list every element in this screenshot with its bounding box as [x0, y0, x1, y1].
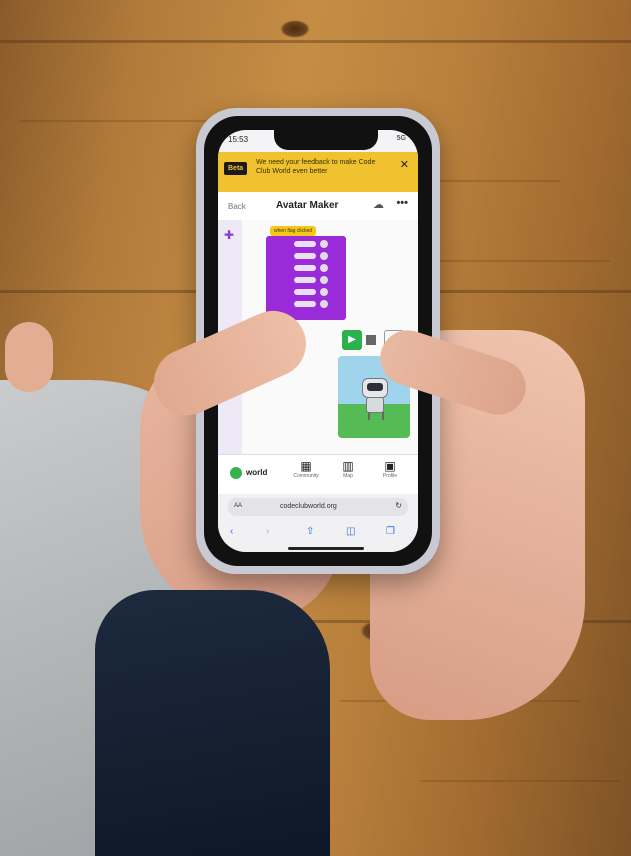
block-color-dot[interactable]: [320, 300, 328, 308]
back-arrow-icon[interactable]: ‹: [230, 526, 233, 537]
address-bar[interactable]: AA codeclubworld.org ↻: [228, 498, 408, 516]
block-input[interactable]: [294, 289, 316, 295]
puzzle-icon[interactable]: ✚: [224, 228, 234, 242]
status-time: 15:53: [228, 135, 249, 144]
beta-message: We need your feedback to make Code Club …: [256, 159, 376, 175]
nav-community[interactable]: ▦ Community: [288, 459, 324, 479]
block-input[interactable]: [294, 265, 316, 271]
browser-chrome: AA codeclubworld.org ↻ ‹ › ⇧ ◫ ❐: [218, 494, 418, 552]
block-color-dot[interactable]: [320, 276, 328, 284]
cloud-icon[interactable]: ☁: [373, 198, 384, 211]
nav-profile[interactable]: ▣ Profile: [372, 459, 408, 479]
block-input[interactable]: [294, 241, 316, 247]
block-color-dot[interactable]: [320, 240, 328, 248]
nav-map[interactable]: ▥ Map: [330, 459, 366, 479]
profile-icon: ▣: [384, 459, 396, 473]
more-menu-icon[interactable]: •••: [396, 197, 408, 209]
left-fingertip: [5, 322, 53, 392]
tabs-icon[interactable]: ❐: [386, 526, 395, 537]
forward-arrow-icon[interactable]: ›: [266, 526, 269, 537]
community-icon: ▦: [300, 459, 312, 473]
block-row[interactable]: [270, 276, 342, 284]
world-logo-text[interactable]: world: [246, 468, 267, 477]
close-icon[interactable]: ✕: [400, 158, 409, 171]
beta-badge: Beta: [224, 162, 248, 175]
bookmarks-icon[interactable]: ◫: [346, 526, 355, 537]
back-button[interactable]: Back: [228, 202, 246, 211]
wood-grain: [420, 260, 610, 262]
home-indicator[interactable]: [288, 547, 364, 550]
page-title: Avatar Maker: [276, 200, 339, 211]
stop-button[interactable]: [366, 335, 376, 345]
play-button[interactable]: ▶: [342, 330, 362, 350]
share-icon[interactable]: ⇧: [306, 526, 314, 537]
block-input[interactable]: [294, 277, 316, 283]
block-row[interactable]: [270, 240, 342, 248]
block-color-dot[interactable]: [320, 288, 328, 296]
event-block[interactable]: when flag clicked: [270, 226, 317, 236]
text-size-button[interactable]: AA: [234, 503, 242, 509]
robot-avatar-body: [366, 397, 384, 413]
robot-avatar-head: [362, 378, 388, 398]
nav-profile-label: Profile: [382, 473, 398, 479]
nav-map-label: Map: [343, 473, 353, 479]
notch: [274, 130, 378, 150]
status-network: 5G: [396, 135, 406, 142]
block-input[interactable]: [294, 301, 316, 307]
url-text[interactable]: codeclubworld.org: [280, 503, 337, 510]
block-row[interactable]: [270, 264, 342, 272]
map-icon: ▥: [342, 459, 354, 473]
bottom-nav: world ▦ Community ▥ Map ▣ Profile: [218, 454, 418, 495]
nav-community-label: Community: [293, 473, 319, 479]
block-color-dot[interactable]: [320, 264, 328, 272]
code-blocks[interactable]: [266, 236, 346, 320]
world-logo-icon[interactable]: [230, 467, 242, 479]
photo-scene: 15:53 5G Beta We need your feedback to m…: [0, 0, 631, 856]
block-row[interactable]: [270, 252, 342, 260]
wood-knot: [280, 20, 310, 38]
reload-icon[interactable]: ↻: [395, 501, 402, 510]
block-color-dot[interactable]: [320, 252, 328, 260]
app-header: Back Avatar Maker ☁ •••: [218, 192, 418, 221]
robot-avatar-legs: [368, 412, 384, 420]
beta-banner: Beta We need your feedback to make Code …: [218, 152, 418, 192]
wood-grain: [420, 780, 620, 782]
robot-face: [367, 383, 383, 391]
wood-grain: [20, 120, 220, 122]
browser-toolbar: ‹ › ⇧ ◫ ❐: [226, 526, 410, 540]
table-seam: [0, 40, 631, 43]
block-row[interactable]: [270, 288, 342, 296]
block-row[interactable]: [270, 300, 342, 308]
navy-sleeve: [95, 590, 330, 856]
block-input[interactable]: [294, 253, 316, 259]
